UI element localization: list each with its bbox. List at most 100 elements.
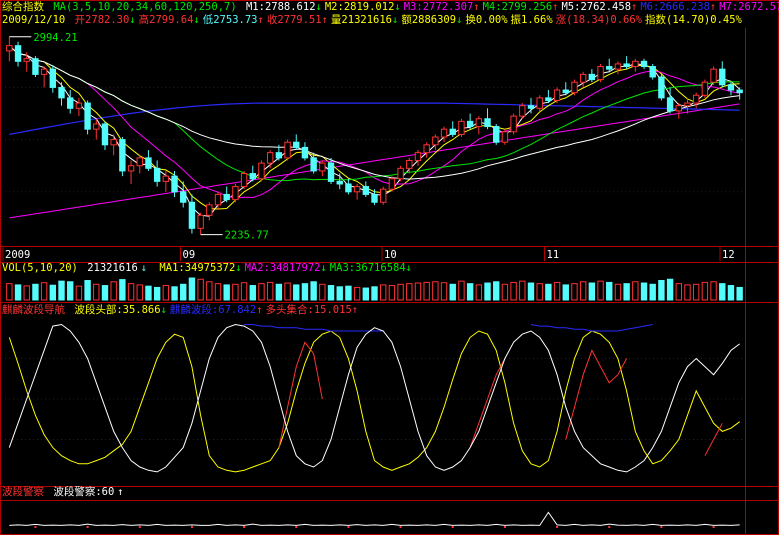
ma-value-3: M3:2772.307↑ — [404, 1, 480, 13]
time-label: 10 — [384, 249, 397, 261]
candle-up — [692, 94, 700, 104]
ma-value-label: M4:2799.256 — [482, 1, 553, 13]
ma-value-label: M7:2672.576 — [719, 1, 779, 13]
candle-up — [519, 105, 526, 117]
candle-down — [345, 183, 352, 193]
volume-bar — [145, 285, 152, 301]
wave-header: 麒麟波段导航 波段头部:35.866↓ 麒麟波段:67.842↑ 多头集合:15.0… — [2, 304, 364, 317]
volume-bar — [214, 283, 222, 301]
wave-values: 波段头部:35.866↓ 麒麟波段:67.842↑ 多头集合:15.015↑ — [74, 304, 361, 316]
ma-value-arrow: ↑ — [552, 1, 559, 13]
candle-down — [562, 89, 569, 94]
volume-bar — [310, 281, 317, 301]
volume-bar — [579, 281, 587, 301]
candle-up — [266, 152, 274, 164]
candle-up — [40, 68, 48, 75]
wave-item-arrow: ↓ — [160, 304, 167, 316]
quote-item-9: 涨(18.34)0.66% — [556, 14, 642, 26]
volume-bar — [406, 283, 413, 301]
candle-up — [458, 120, 465, 135]
volume-bar — [58, 280, 65, 301]
volume-bar — [423, 281, 430, 301]
alert-dot — [503, 526, 506, 528]
ma-values: M1:2788.612↓ M2:2819.012↓ M3:2772.307↑ M4:2… — [246, 1, 779, 13]
candle-up — [23, 58, 30, 62]
alert-dot — [556, 526, 559, 528]
candle-down — [327, 162, 335, 182]
ma-value-arrow: ↓ — [394, 1, 401, 13]
candle-down — [101, 123, 109, 146]
volume-bar — [458, 280, 465, 301]
alert-dot — [34, 526, 37, 528]
quote-item-arrow: ↓ — [392, 14, 399, 26]
candle-up — [553, 89, 561, 101]
candle-down — [249, 173, 256, 180]
volume-bar — [623, 283, 630, 301]
volume-bar — [275, 283, 283, 301]
volume-bar — [171, 286, 178, 301]
alert-dot — [190, 526, 193, 528]
volume-bar — [319, 283, 326, 301]
volume-bar — [475, 284, 483, 301]
candle-up — [240, 173, 248, 188]
quote-item-arrow: ↓ — [456, 14, 463, 26]
wave-item-label: 麒麟波段:67.842 — [169, 304, 257, 316]
candle-up — [597, 66, 604, 81]
quote-item-label: 指数(14.70)0.45% — [645, 14, 742, 26]
candle-down — [649, 66, 656, 78]
volume-value: 21321616 ↓ — [87, 262, 150, 274]
ma-value-arrow: ↑ — [631, 1, 638, 13]
candle-up — [614, 63, 622, 70]
candle-down — [362, 186, 370, 195]
ma-value-label: M5:2762.458 — [561, 1, 632, 13]
ma-value-1: M1:2788.612↓ — [246, 1, 322, 13]
candle-up — [710, 68, 717, 83]
candle-up — [388, 178, 396, 190]
candle-up — [197, 214, 204, 229]
candle-down — [727, 84, 735, 91]
quote-item-arrow: ↓ — [129, 14, 136, 26]
volume-bar — [588, 282, 596, 301]
volume-bar — [658, 280, 665, 301]
candle-up — [353, 186, 361, 193]
volume-bar — [727, 285, 735, 301]
volume-bar — [119, 279, 126, 301]
volume-bar — [40, 282, 48, 301]
candle-up — [110, 139, 117, 146]
candle-up — [571, 81, 578, 94]
candle-down — [606, 66, 613, 70]
volume-bar — [336, 286, 343, 301]
candle-down — [223, 193, 230, 201]
candle-up — [258, 162, 265, 180]
quote-item-label: 收2779.51 — [266, 14, 322, 26]
candle-down — [310, 157, 317, 172]
time-label: 12 — [722, 249, 735, 261]
volume-bar — [545, 283, 552, 301]
volume-bar — [84, 280, 91, 301]
volume-bar — [692, 283, 700, 301]
ma-value-2: M2:2819.012↓ — [325, 1, 401, 13]
ma-value-arrow: ↑ — [709, 1, 717, 13]
candle-down — [32, 58, 39, 75]
alert-dot — [660, 526, 663, 528]
quote-item-label: 低2753.73 — [202, 14, 258, 26]
volume-bar — [284, 282, 291, 301]
volume-bar — [484, 282, 491, 301]
volume-bar — [110, 281, 117, 301]
candle-up — [397, 167, 404, 180]
ma-params: MA(3,5,10,20,34,60,120,250,7) — [53, 1, 237, 13]
volume-bar — [136, 284, 143, 301]
quote-item-8: 振1.66% — [511, 14, 553, 26]
candle-up — [632, 60, 639, 68]
volume-ma-arrow: ↓ — [235, 262, 242, 274]
alert-series — [9, 511, 740, 526]
quote-values: 开2782.30↓ 高2799.64↓ 低2753.73↑ 收2779.51↑ 量213… — [75, 14, 745, 26]
candle-down — [336, 180, 343, 185]
volume-bar — [597, 280, 604, 301]
candle-down — [180, 191, 187, 203]
volume-ma-3: MA3:36716584↓ — [330, 262, 412, 274]
candle-up — [284, 141, 291, 159]
volume-bar — [571, 283, 578, 301]
candle-down — [658, 76, 665, 99]
alert-dot — [712, 526, 715, 528]
